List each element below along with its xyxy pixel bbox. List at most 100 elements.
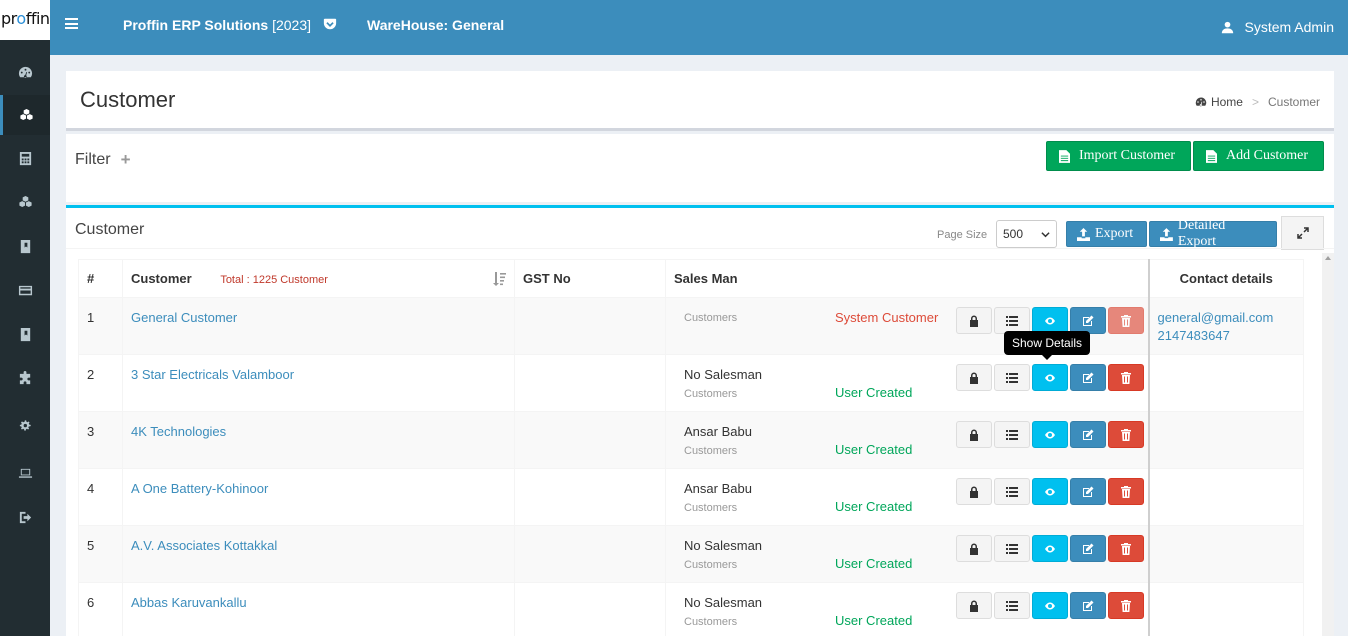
edit-button[interactable] [1070, 592, 1106, 619]
plus-icon[interactable]: + [121, 150, 131, 170]
lock-button[interactable] [956, 421, 992, 448]
delete-button[interactable] [1108, 535, 1144, 562]
customer-name-link[interactable]: A.V. Associates Kottakkal [131, 538, 277, 553]
sidebar-item-ledger[interactable] [0, 226, 50, 266]
delete-button[interactable] [1108, 364, 1144, 391]
edit-button[interactable] [1070, 364, 1106, 391]
delete-button[interactable] [1108, 421, 1144, 448]
contact-cell [1147, 411, 1304, 469]
detailed-export-button[interactable]: Detailed Export [1149, 218, 1277, 249]
book-icon [20, 327, 30, 341]
edit-button[interactable] [1070, 535, 1106, 562]
show-details-button[interactable] [1032, 364, 1068, 391]
sort-icon[interactable] [492, 271, 507, 286]
sidebar-item-reports[interactable] [0, 314, 50, 354]
gears-icon [19, 419, 31, 431]
list-icon [1006, 543, 1018, 554]
sidebar-item-logout[interactable] [0, 497, 50, 537]
customer-name-link[interactable]: A One Battery-Kohinoor [131, 481, 268, 496]
laptop-icon [18, 468, 32, 478]
customer-status: User Created [835, 499, 913, 514]
edit-button[interactable] [1070, 421, 1106, 448]
page-size-select[interactable]: 500 [996, 220, 1057, 248]
lock-button[interactable] [956, 592, 992, 619]
sidebar-item-settings[interactable] [0, 405, 50, 445]
customer-name-link[interactable]: 4K Technologies [131, 424, 226, 439]
lock-button[interactable] [956, 364, 992, 391]
add-customer-button[interactable]: Add Customer [1193, 141, 1324, 171]
row-actions [956, 307, 1144, 334]
dashboard-icon [1195, 97, 1207, 107]
show-details-button[interactable] [1032, 421, 1068, 448]
delete-button[interactable] [1108, 592, 1144, 619]
table-row: 1 General Customer Customers System Custome… [78, 297, 1304, 355]
user-menu[interactable]: System Admin [1221, 19, 1334, 35]
ledger-button[interactable] [994, 535, 1030, 562]
show-details-button[interactable] [1032, 535, 1068, 562]
breadcrumb-home-link[interactable]: Home [1211, 95, 1243, 109]
sidebar-item-customers[interactable] [0, 95, 50, 135]
scroll-up-icon[interactable] [1325, 256, 1331, 260]
customer-name-link[interactable]: Abbas Karuvankallu [131, 595, 247, 610]
edit-button[interactable] [1070, 307, 1106, 334]
export-label: Export [1095, 226, 1134, 241]
lock-icon [970, 315, 978, 327]
gst-cell [514, 411, 666, 469]
lock-button[interactable] [956, 307, 992, 334]
export-button[interactable]: Export [1066, 221, 1147, 247]
edit-icon [1083, 315, 1094, 326]
customer-name-link[interactable]: 3 Star Electricals Valamboor [131, 367, 294, 382]
customer-name-link[interactable]: General Customer [131, 310, 237, 325]
warehouse-label: WareHouse: General [367, 17, 505, 33]
ledger-button[interactable] [994, 307, 1030, 334]
customer-cell: 3 Star Electricals Valamboor [122, 354, 515, 412]
customer-group: Customers [684, 388, 738, 400]
sidebar-item-plugins[interactable] [0, 358, 50, 398]
lock-button[interactable] [956, 535, 992, 562]
filter-box: Filter + Import Customer Add Customer [66, 134, 1334, 202]
table-row: 5 A.V. Associates Kottakkal No Salesman Cus… [78, 525, 1304, 583]
show-details-button[interactable] [1032, 307, 1068, 334]
delete-button[interactable] [1108, 307, 1144, 334]
delete-button[interactable] [1108, 478, 1144, 505]
col-header-customer[interactable]: Customer Total : 1225 Customer [122, 259, 515, 298]
import-customer-button[interactable]: Import Customer [1046, 141, 1191, 171]
col-header-contact: Contact details [1147, 259, 1304, 298]
top-header: Proffin ERP Solutions [2023] WareHouse: … [50, 0, 1348, 55]
customer-table-container: # Customer Total : 1225 Customer GST No … [78, 259, 1318, 636]
sidebar-item-payments[interactable] [0, 270, 50, 310]
sidebar-item-accounts[interactable] [0, 138, 50, 178]
customer-cell: A.V. Associates Kottakkal [122, 525, 515, 583]
lock-icon [970, 372, 978, 384]
page-size-label: Page Size [937, 229, 988, 241]
chevron-down-icon [1041, 231, 1050, 237]
contact-email[interactable]: general@gmail.com [1158, 308, 1296, 328]
show-details-button[interactable] [1032, 478, 1068, 505]
filter-toggle[interactable]: Filter + [75, 150, 131, 170]
customer-table: # Customer Total : 1225 Customer GST No … [78, 259, 1304, 636]
edit-button[interactable] [1070, 478, 1106, 505]
row-actions [956, 535, 1144, 562]
warehouse-icon[interactable] [323, 17, 337, 31]
menu-toggle-icon[interactable] [65, 18, 78, 29]
upload-icon [1077, 227, 1090, 241]
expand-button[interactable] [1281, 216, 1324, 250]
lock-button[interactable] [956, 478, 992, 505]
customer-status: User Created [835, 556, 913, 571]
table-scrollbar[interactable] [1322, 253, 1334, 636]
ledger-button[interactable] [994, 421, 1030, 448]
sidebar-item-products[interactable] [0, 182, 50, 222]
ledger-button[interactable] [994, 478, 1030, 505]
cubes-icon [20, 108, 33, 120]
ledger-button[interactable] [994, 364, 1030, 391]
app-year: [2023] [272, 17, 312, 33]
sidebar-item-dashboard[interactable] [0, 52, 50, 92]
salesman-cell: No Salesman Customers User Created [665, 525, 1149, 583]
show-details-button[interactable] [1032, 592, 1068, 619]
contact-phone[interactable]: 2147483647 [1158, 326, 1296, 346]
sidebar-item-devices[interactable] [0, 453, 50, 493]
ledger-button[interactable] [994, 592, 1030, 619]
customer-cell: A One Battery-Kohinoor [122, 468, 515, 526]
list-icon [1006, 315, 1018, 326]
brand-logo[interactable]: proffin [0, 0, 50, 40]
